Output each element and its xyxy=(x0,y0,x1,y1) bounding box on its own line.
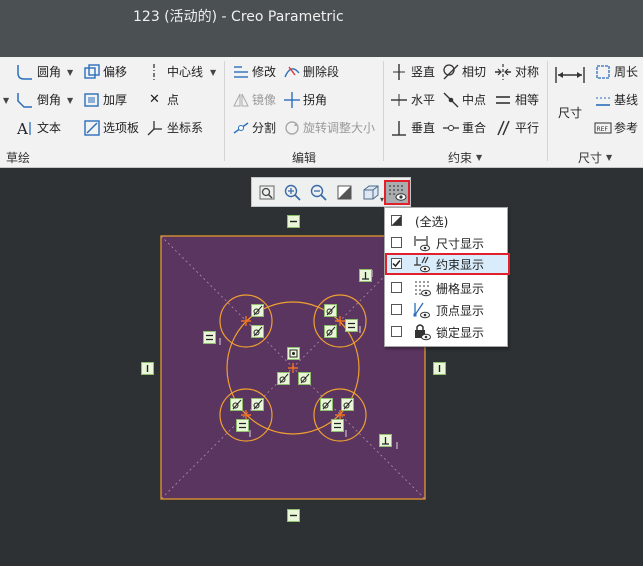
refit-icon[interactable] xyxy=(257,183,277,202)
tangent-constraint-icon[interactable] xyxy=(251,325,264,338)
select-all-label: (全选) xyxy=(415,215,449,229)
constraint-display-icon xyxy=(414,256,430,273)
tangent-constraint-icon[interactable] xyxy=(277,372,290,385)
constraint-display-label: 约束显示 xyxy=(436,258,485,272)
vertex-display-checkbox[interactable] xyxy=(391,304,402,315)
dimension-display-icon xyxy=(414,236,430,252)
tangent-constraint-icon[interactable] xyxy=(320,398,333,411)
menu-item-constraint-display[interactable]: 约束显示 xyxy=(385,253,510,275)
perpendicular-constraint-icon[interactable] xyxy=(359,269,372,282)
select-all-checkbox[interactable] xyxy=(391,215,402,226)
vertical-constraint-icon[interactable] xyxy=(141,362,154,375)
vertex-display-icon xyxy=(413,302,430,319)
tangent-constraint-icon[interactable] xyxy=(251,398,264,411)
equal-constraint-icon[interactable] xyxy=(345,319,358,332)
grid-display-checkbox[interactable] xyxy=(391,282,402,293)
dimension-display-label: 尺寸显示 xyxy=(436,237,485,251)
menu-item-dimension-display[interactable]: 尺寸显示 xyxy=(385,232,507,254)
horizontal-constraint-icon[interactable] xyxy=(287,215,300,228)
zoom-in-icon[interactable] xyxy=(283,183,303,202)
tangent-constraint-icon[interactable] xyxy=(324,325,337,338)
equal-constraint-icon[interactable] xyxy=(331,419,344,432)
grid-display-label: 栅格显示 xyxy=(436,282,485,296)
tangent-constraint-icon[interactable] xyxy=(324,304,337,317)
grid-display-icon xyxy=(415,281,431,297)
horizontal-constraint-icon[interactable] xyxy=(287,509,300,522)
sketcher-display-filter-icon xyxy=(389,185,407,201)
equal-constraint-icon[interactable] xyxy=(236,419,249,432)
repaint-icon[interactable] xyxy=(335,183,355,202)
sketcher-display-filter-menu: (全选) 尺寸显示 约束显示 栅格显示 顶点显示 锁定显示 xyxy=(384,207,510,347)
sketcher-display-filter-button[interactable] xyxy=(384,180,410,205)
tangent-constraint-icon[interactable] xyxy=(230,398,243,411)
zoom-out-icon[interactable] xyxy=(309,183,329,202)
lock-display-checkbox[interactable] xyxy=(391,326,402,337)
equal-constraint-icon[interactable] xyxy=(203,331,216,344)
display-style-icon[interactable] xyxy=(361,183,381,202)
dimension-display-checkbox[interactable] xyxy=(391,237,402,248)
constraint-display-checkbox[interactable] xyxy=(391,258,402,269)
menu-item-vertex-display[interactable]: 顶点显示 xyxy=(385,299,507,321)
vertex-display-label: 顶点显示 xyxy=(436,304,485,318)
view-toolbar: ▾ xyxy=(251,177,411,207)
tangent-constraint-icon[interactable] xyxy=(341,398,354,411)
vertical-constraint-icon[interactable] xyxy=(433,362,446,375)
perpendicular-constraint-icon[interactable] xyxy=(379,434,392,447)
tangent-constraint-icon[interactable] xyxy=(251,304,264,317)
lock-display-label: 锁定显示 xyxy=(436,326,485,340)
menu-item-lock-display[interactable]: 锁定显示 xyxy=(385,321,507,343)
menu-item-grid-display[interactable]: 栅格显示 xyxy=(385,277,507,299)
center-point-constraint-icon[interactable] xyxy=(287,347,300,360)
sketch-geometry[interactable] xyxy=(0,0,643,566)
tangent-constraint-icon[interactable] xyxy=(298,372,311,385)
lock-display-icon xyxy=(415,324,431,341)
menu-item-select-all[interactable]: (全选) xyxy=(385,210,507,232)
